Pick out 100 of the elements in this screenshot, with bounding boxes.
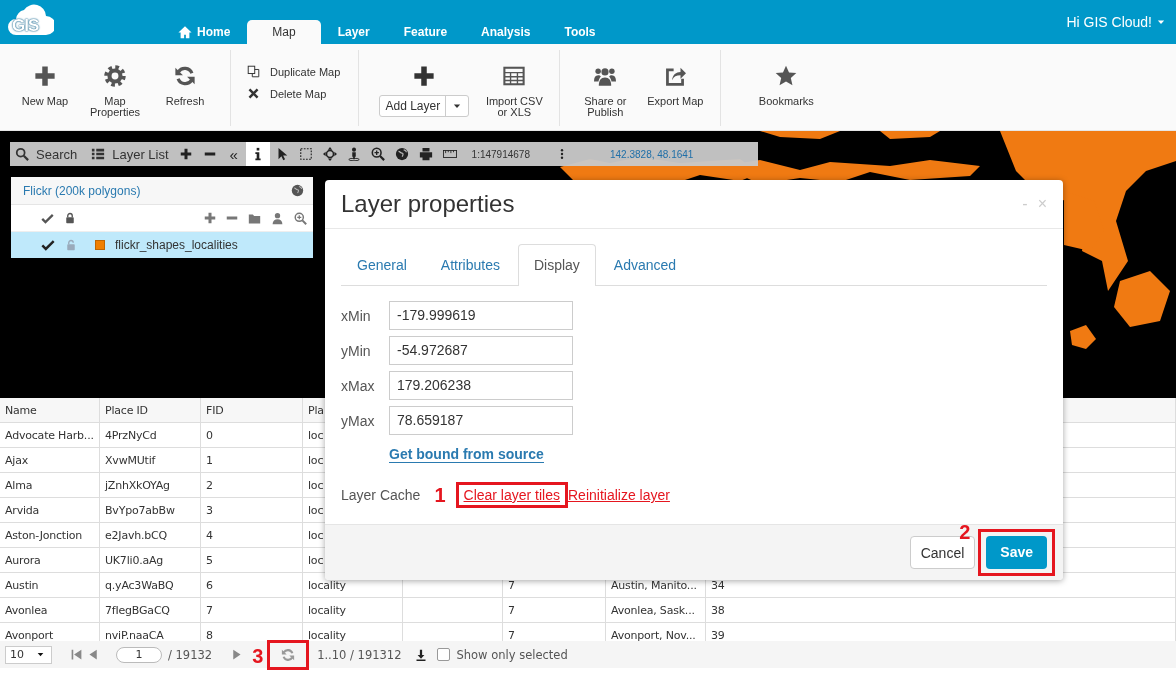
field-label: xMax xyxy=(341,377,376,394)
table-cell: Alma xyxy=(5,479,33,492)
dialog-tab[interactable]: General xyxy=(341,244,423,285)
ribbon-button[interactable]: Bookmarks xyxy=(751,65,822,107)
dialog-tab[interactable]: Attributes xyxy=(424,244,516,285)
ribbon-button[interactable]: Import CSV or XLS xyxy=(479,65,550,118)
ribbon-button[interactable]: Map Properties xyxy=(80,65,150,118)
search-button[interactable]: Search xyxy=(10,142,83,166)
column-header[interactable]: Pla xyxy=(308,404,324,417)
collapse-button[interactable]: « xyxy=(221,142,246,166)
ribbon-button[interactable]: Delete Map xyxy=(247,87,341,100)
column-header[interactable]: Place ID xyxy=(105,404,148,417)
table-cell: Austin, Manito... xyxy=(611,579,697,592)
table-cell: Avonlea xyxy=(5,604,48,617)
coordinates-text: 142.3828, 48.1641 xyxy=(610,148,694,160)
action-link[interactable]: Reinitialize layer xyxy=(568,487,670,503)
checkbox-label[interactable]: Show only selected xyxy=(456,647,568,662)
dialog-title: Layer properties xyxy=(341,190,516,218)
ribbon-button[interactable]: Share or Publish xyxy=(570,65,641,118)
ribbon-button[interactable]: New Map xyxy=(10,65,80,107)
add-layer-dropdown[interactable]: Add Layer xyxy=(379,95,470,117)
download-button[interactable] xyxy=(415,648,428,661)
gear-icon xyxy=(104,65,126,87)
table-cell: nviP.naaCA xyxy=(105,629,164,641)
layer-list-button[interactable]: Layer List xyxy=(86,142,174,166)
first-page-icon xyxy=(70,648,83,661)
copy-icon xyxy=(247,65,260,78)
nav-tab[interactable]: Map xyxy=(247,20,321,44)
dialog-tab[interactable]: Display xyxy=(517,244,596,286)
lock-toggle[interactable] xyxy=(65,239,77,251)
page-total: / 19132 xyxy=(168,647,213,662)
table-cell: 3 xyxy=(206,504,213,517)
next-icon xyxy=(230,648,244,661)
download-icon xyxy=(415,648,428,661)
ribbon-button[interactable]: Duplicate Map xyxy=(247,65,341,78)
table-cell: loc xyxy=(308,554,324,567)
plus-icon xyxy=(34,65,56,87)
user-icon xyxy=(271,211,284,225)
input-field[interactable]: -54.972687 xyxy=(389,336,573,365)
input-field[interactable]: 78.659187 xyxy=(389,406,573,435)
layer-row[interactable]: flickr_shapes_localities xyxy=(11,232,313,258)
folder-icon xyxy=(248,211,261,225)
star-icon xyxy=(775,65,798,87)
refresh-icon xyxy=(281,647,296,662)
add-button[interactable] xyxy=(204,212,216,224)
table-cell: 34 xyxy=(711,579,725,592)
table-cell: loc xyxy=(308,529,324,542)
plus-icon xyxy=(179,148,192,160)
table-cell: Austin xyxy=(5,579,39,592)
input-field[interactable]: 179.206238 xyxy=(389,371,573,400)
field-label: yMax xyxy=(341,412,376,429)
table-cell: Aurora xyxy=(5,554,41,567)
table-cell: locality xyxy=(308,604,346,617)
print-icon xyxy=(418,147,433,161)
move-icon xyxy=(322,147,337,161)
globe-icon xyxy=(291,184,304,197)
table-cell: 1 xyxy=(206,454,213,467)
checkbox[interactable] xyxy=(437,648,451,661)
first-page-button[interactable] xyxy=(70,648,83,661)
field-label: xMin xyxy=(341,307,372,324)
refresh-icon xyxy=(174,65,196,87)
table-cell: locality xyxy=(308,579,346,592)
input-field[interactable]: -179.999619 xyxy=(389,301,573,330)
map-tool-button[interactable] xyxy=(245,142,270,166)
previous-page-button[interactable] xyxy=(87,648,100,661)
table-cell: e2Javh.bCQ xyxy=(105,529,168,542)
table-cell: UK7li0.aAg xyxy=(105,554,164,567)
table-cell: 0 xyxy=(206,429,213,442)
plus-icon xyxy=(204,212,216,224)
table-cell: Avonlea, Sask... xyxy=(611,604,695,617)
bound-link[interactable]: Get bound from source xyxy=(389,446,544,463)
table-cell: 7 xyxy=(206,604,213,617)
unlocked-icon xyxy=(65,239,77,251)
zoom-in-icon xyxy=(370,147,385,161)
next-page-button[interactable] xyxy=(230,648,244,661)
ribbon-button[interactable]: Refresh xyxy=(150,65,220,107)
scale-text: 1:147914678 xyxy=(471,148,530,160)
globe-icon xyxy=(394,147,409,161)
ribbon-button[interactable]: Export Map xyxy=(640,65,711,107)
column-header[interactable]: Name xyxy=(5,404,37,417)
table-cell: locality xyxy=(308,629,346,641)
folder-button[interactable] xyxy=(248,211,261,225)
table-cell: 8 xyxy=(206,629,213,641)
record-range: 1..10 / 191312 xyxy=(317,647,402,662)
dialog-tab[interactable]: Advanced xyxy=(597,244,693,285)
previous-icon xyxy=(87,648,100,661)
table-cell: loc xyxy=(308,479,324,492)
plus-icon xyxy=(413,65,436,87)
column-header[interactable]: FID xyxy=(206,404,224,417)
share-arrow-icon xyxy=(664,65,687,87)
action-link[interactable]: Clear layer tiles xyxy=(463,487,560,503)
home-icon xyxy=(178,25,192,39)
user-button[interactable] xyxy=(271,211,284,225)
page-input[interactable]: 1 xyxy=(116,646,162,663)
zoom-button[interactable] xyxy=(294,211,307,225)
visibility-check[interactable] xyxy=(41,238,55,252)
table-cell: loc xyxy=(308,454,324,467)
page-size-select[interactable]: 10 xyxy=(5,645,52,664)
land-shape xyxy=(1070,325,1096,349)
table-cell: loc xyxy=(308,504,324,517)
